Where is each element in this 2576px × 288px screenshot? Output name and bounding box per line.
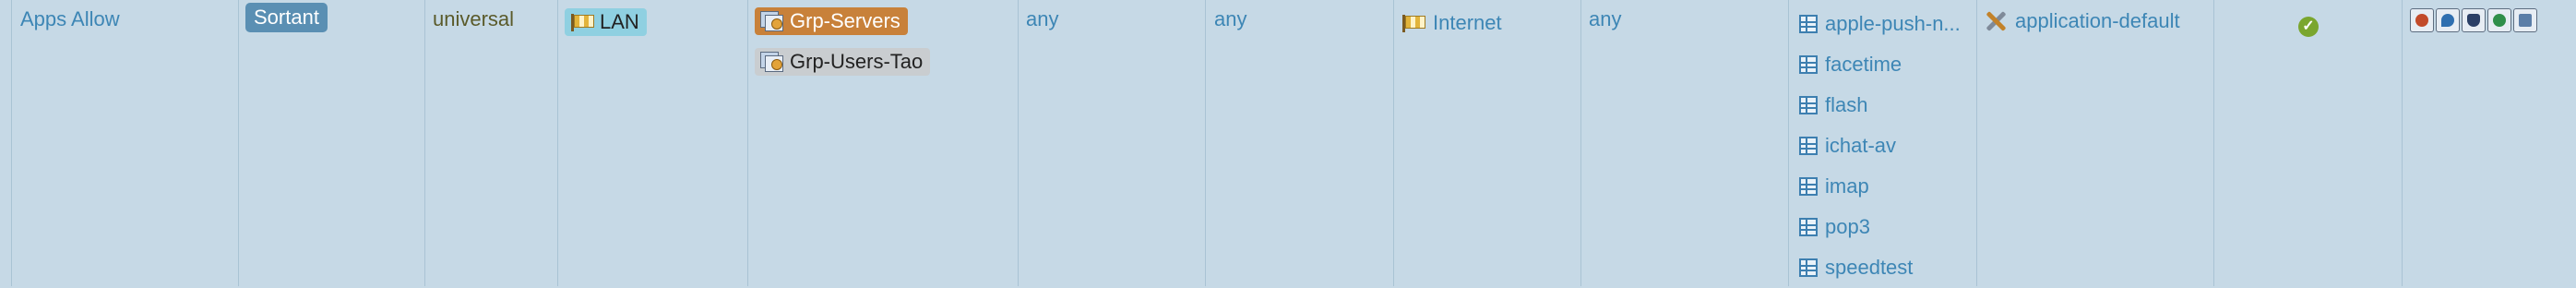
destination-address[interactable]: any [1589,7,1621,31]
service[interactable]: application-default [1984,9,2180,33]
source-address-group-chip[interactable]: Grp-Users-Tao [755,48,931,76]
application-item[interactable]: apple-push-n... [1799,4,1961,44]
url-filtering-profile-icon[interactable] [2436,8,2460,32]
application-item[interactable]: ichat-av [1799,126,1961,166]
application-icon [1799,258,1818,277]
address-group-icon [760,11,784,31]
source-device[interactable]: any [1214,7,1246,31]
application-item[interactable]: imap [1799,166,1961,207]
column-divider [2213,0,2214,286]
wildfire-profile-icon[interactable] [2487,8,2511,32]
wrench-icon [1984,9,2008,33]
column-divider [1205,0,1206,286]
column-divider [11,0,12,286]
column-divider [238,0,239,286]
rule-tag[interactable]: Sortant [245,3,328,32]
policy-rule-row[interactable]: Apps Allow Sortant universal LAN Grp-Ser… [0,0,2576,286]
rule-name[interactable]: Apps Allow [20,7,120,31]
service-label: application-default [2015,9,2180,32]
application-icon [1799,96,1818,114]
column-divider [424,0,425,286]
column-divider [2402,0,2403,286]
column-divider [747,0,748,286]
application-icon [1799,177,1818,196]
application-icon [1799,15,1818,33]
vulnerability-profile-icon[interactable] [2462,8,2486,32]
column-divider [1018,0,1019,286]
application-item[interactable]: flash [1799,85,1961,126]
application-icon [1799,55,1818,74]
application-item[interactable]: pop3 [1799,207,1961,247]
source-address-group-chip[interactable]: Grp-Servers [755,7,908,35]
destination-zone-label: Internet [1433,11,1502,34]
file-blocking-profile-icon[interactable] [2513,8,2537,32]
antivirus-profile-icon[interactable] [2410,8,2434,32]
source-zone-label: LAN [600,10,639,33]
zone-flag-icon [570,13,594,31]
column-divider [1976,0,1977,286]
application-item[interactable]: speedtest [1799,247,1961,288]
source-zone-chip[interactable]: LAN [565,8,647,36]
source-user[interactable]: any [1026,7,1058,31]
application-icon [1799,218,1818,236]
address-group-icon [760,52,784,72]
zone-flag-icon [1401,14,1425,32]
column-divider [1580,0,1581,286]
column-divider [557,0,558,286]
source-address-label: Grp-Servers [790,9,900,32]
source-address-label: Grp-Users-Tao [790,50,924,73]
application-item[interactable]: facetime [1799,44,1961,85]
rule-type: universal [433,7,515,30]
application-icon [1799,137,1818,155]
destination-zone[interactable]: Internet [1401,11,1502,35]
column-divider [1788,0,1789,286]
allow-check-icon[interactable]: ✓ [2298,17,2319,37]
column-divider [1393,0,1394,286]
security-profile-icons[interactable] [2410,8,2537,32]
